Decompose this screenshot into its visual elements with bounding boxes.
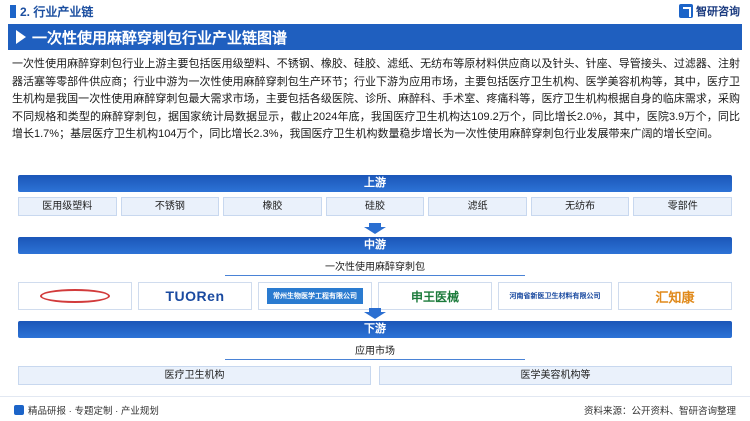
arrow-down-icon: [364, 223, 386, 234]
downstream-section: 下游 应用市场 医疗卫生机构 医学美容机构等: [18, 321, 732, 385]
company-logo: [18, 282, 132, 310]
footer: 精品研报 · 专题定制 · 产业规划 资料来源：公开资料、智研咨询整理: [0, 396, 750, 421]
downstream-item: 医学美容机构等: [379, 366, 732, 385]
logo-text: 汇知康: [655, 289, 695, 305]
midstream-section: 中游 一次性使用麻醉穿刺包 TUORen 常州生物医学工程有限公司 申王医械 河…: [18, 237, 732, 310]
section-bar-icon: [10, 5, 16, 18]
oval-logo-icon: [40, 289, 110, 303]
upstream-header: 上游: [18, 175, 732, 192]
brand-name: 智研咨询: [696, 6, 740, 18]
title-bar: 一次性使用麻醉穿刺包行业产业链图谱: [8, 24, 742, 50]
brand-mark-icon: [679, 4, 693, 18]
company-logo: 汇知康: [618, 282, 732, 310]
logo-text: 申王医械: [410, 289, 459, 304]
logo-text: 常州生物医学工程有限公司: [267, 288, 363, 304]
company-logo: 申王医械: [378, 282, 492, 310]
upstream-item: 零部件: [633, 197, 733, 216]
footer-source: 资料来源：公开资料、智研咨询整理: [583, 406, 736, 417]
downstream-header: 下游: [18, 321, 732, 338]
upstream-item: 硅胶: [325, 197, 425, 216]
company-logo: 河南省新医卫生材料有限公司: [498, 282, 612, 310]
midstream-sub-label: 一次性使用麻醉穿刺包: [225, 258, 525, 276]
upstream-item: 滤纸: [428, 197, 527, 216]
upstream-item: 无纺布: [530, 197, 630, 216]
intro-paragraph: 一次性使用麻醉穿刺包行业上游主要包括医用级塑料、不锈钢、橡胶、硅胶、滤纸、无纺布…: [12, 58, 740, 140]
top-header: 2. 行业产业链 智研咨询: [0, 0, 750, 22]
title-arrow-icon: [16, 30, 26, 44]
downstream-items: 医疗卫生机构 医学美容机构等: [18, 366, 732, 385]
midstream-header: 中游: [18, 237, 732, 254]
footer-slogan: 精品研报 · 专题定制 · 产业规划: [14, 403, 159, 417]
downstream-item: 医疗卫生机构: [18, 366, 371, 385]
footer-slogan-text: 精品研报 · 专题定制 · 产业规划: [28, 406, 159, 417]
page-title: 一次性使用麻醉穿刺包行业产业链图谱: [32, 29, 288, 47]
upstream-items: 医用级塑料 不锈钢 橡胶 硅胶 滤纸 无纺布 零部件: [18, 197, 733, 216]
upstream-item: 橡胶: [223, 197, 322, 216]
footer-logo-icon: [14, 405, 24, 415]
section-title: 2. 行业产业链: [20, 5, 94, 19]
upstream-item: 医用级塑料: [18, 197, 117, 216]
company-logos: TUORen 常州生物医学工程有限公司 申王医械 河南省新医卫生材料有限公司 汇…: [18, 282, 732, 310]
section-tag: 2. 行业产业链: [10, 4, 93, 19]
upstream-section: 上游 医用级塑料 不锈钢 橡胶 硅胶 滤纸 无纺布 零部件: [18, 175, 733, 216]
arrow-down-icon: [364, 308, 386, 319]
downstream-sub-label: 应用市场: [225, 342, 525, 360]
logo-text: TUORen: [165, 288, 225, 304]
company-logo: 常州生物医学工程有限公司: [258, 282, 372, 310]
logo-text: 河南省新医卫生材料有限公司: [509, 293, 601, 300]
chain-diagram: 上游 医用级塑料 不锈钢 橡胶 硅胶 滤纸 无纺布 零部件 中游 一次性使用麻醉…: [18, 175, 733, 390]
brand-logo: 智研咨询: [679, 3, 740, 19]
upstream-item: 不锈钢: [120, 197, 220, 216]
company-logo: TUORen: [138, 282, 252, 310]
